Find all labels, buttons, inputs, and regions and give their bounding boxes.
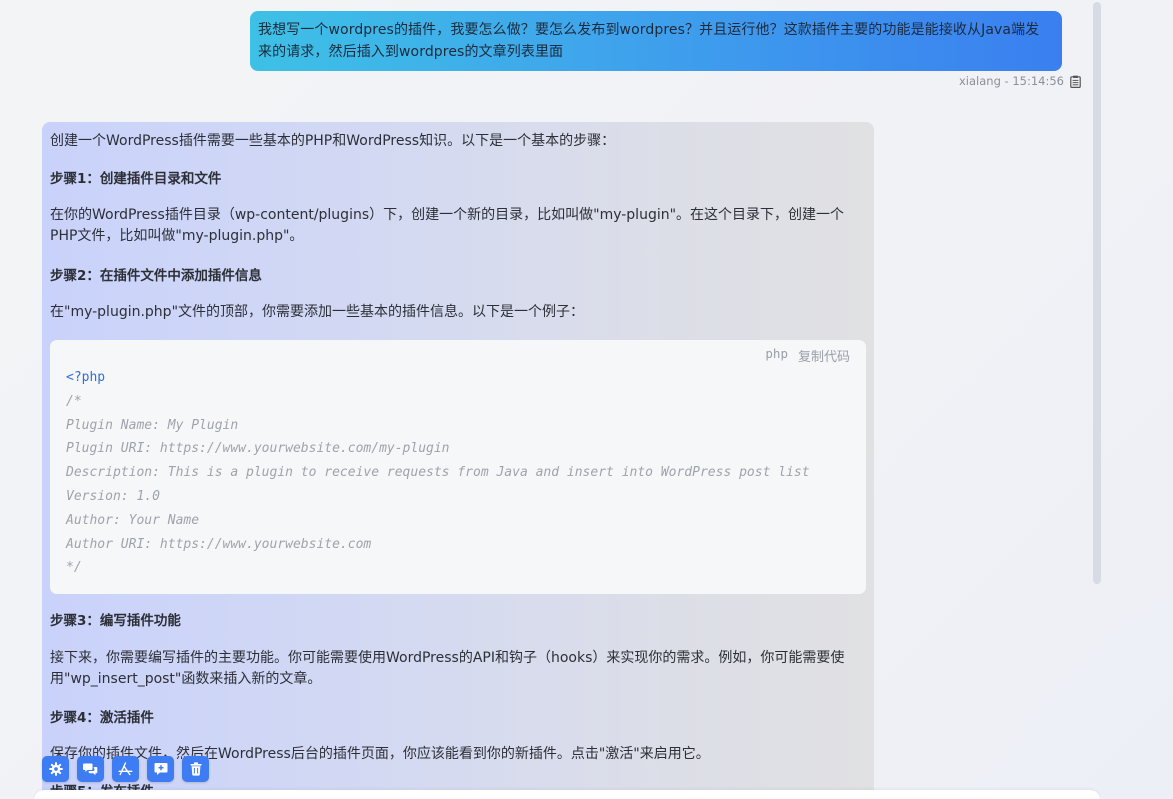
chat-page: 我想写一个wordpres的插件，我要怎么做？要怎么发布到wordpres？并且… [0, 0, 1173, 799]
chat-input-box[interactable] [34, 790, 1100, 799]
clear-chat-button[interactable] [182, 756, 209, 782]
settings-icon [48, 762, 63, 776]
scrollbar-thumb[interactable] [1093, 2, 1101, 584]
step1-heading: 步骤1：创建插件目录和文件 [50, 171, 222, 187]
code-line: Description: This is a plugin to receive… [66, 465, 810, 481]
step1-body: 在你的WordPress插件目录（wp-content/plugins）下，创建… [50, 207, 845, 244]
trash-icon [190, 762, 202, 776]
code-line: /* [66, 393, 82, 409]
code-line: Author URI: https://www.yourwebsite.com [66, 536, 372, 552]
code-line: */ [66, 560, 82, 576]
copy-code-button[interactable]: 复制代码 [798, 346, 850, 365]
code-line: <?php [66, 370, 106, 385]
code-line: Plugin Name: My Plugin [66, 417, 239, 433]
code-header: php 复制代码 [765, 346, 850, 365]
user-message-text: 我想写一个wordpres的插件，我要怎么做？要怎么发布到wordpres？并且… [258, 22, 1040, 60]
step2-body: 在"my-plugin.php"文件的顶部，你需要添加一些基本的插件信息。以下是… [50, 304, 585, 320]
step2-heading: 步骤2：在插件文件中添加插件信息 [50, 268, 262, 284]
code-line: Version: 1.0 [66, 488, 160, 504]
assistant-intro: 创建一个WordPress插件需要一些基本的PHP和WordPress知识。以下… [50, 133, 616, 149]
settings-button[interactable] [42, 756, 69, 782]
add-comment-icon [154, 762, 168, 776]
code-content: <?php /* Plugin Name: My Plugin Plugin U… [66, 366, 810, 580]
step3-heading: 步骤3：编写插件功能 [50, 613, 181, 629]
code-block: php 复制代码 <?php /* Plugin Name: My Plugin… [50, 340, 866, 594]
assistant-message-bubble: 创建一个WordPress插件需要一些基本的PHP和WordPress知识。以下… [42, 122, 874, 799]
app-store-button[interactable] [112, 756, 139, 782]
conversations-button[interactable] [77, 756, 104, 782]
chat-bubbles-icon [83, 762, 98, 776]
new-message-button[interactable] [147, 756, 174, 782]
clipboard-icon[interactable] [1070, 75, 1082, 88]
message-author-time: xialang - 15:14:56 [959, 74, 1064, 88]
app-store-icon [118, 762, 133, 776]
code-line: Plugin URI: https://www.yourwebsite.com/… [66, 441, 450, 457]
code-language-label: php [765, 346, 788, 361]
chat-toolbar [42, 756, 209, 782]
user-message-meta: xialang - 15:14:56 [959, 74, 1082, 88]
code-line: Author: Your Name [66, 512, 200, 528]
step3-body: 接下来，你需要编写插件的主要功能。你可能需要使用WordPress的API和钩子… [50, 650, 845, 687]
user-message-bubble: 我想写一个wordpres的插件，我要怎么做？要怎么发布到wordpres？并且… [250, 11, 1062, 71]
step4-heading: 步骤4：激活插件 [50, 710, 154, 726]
